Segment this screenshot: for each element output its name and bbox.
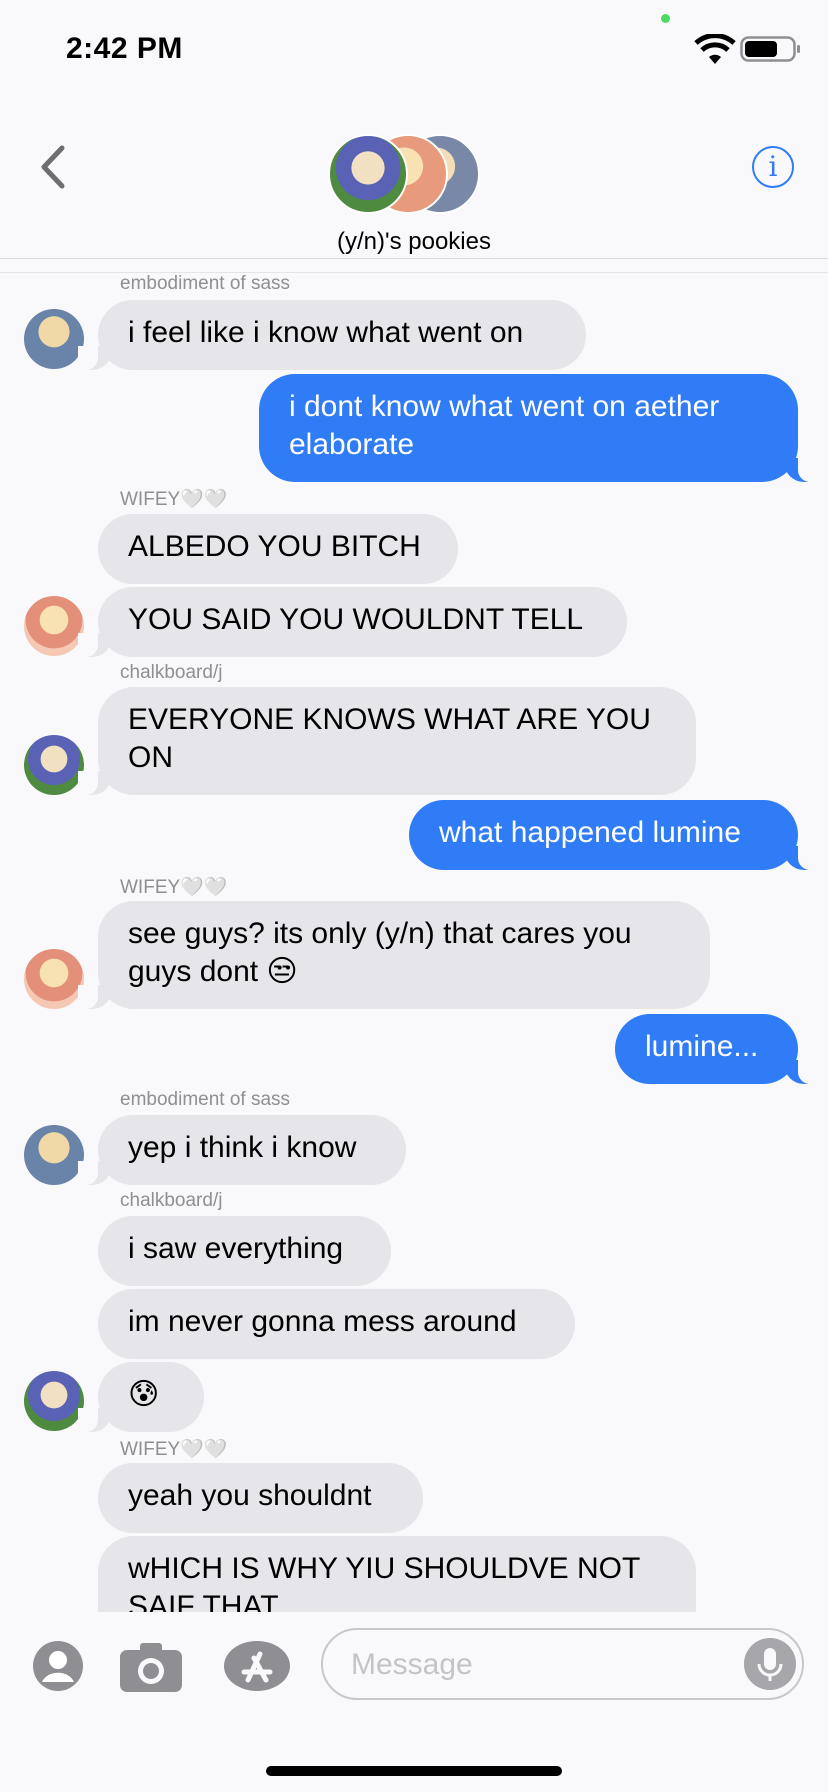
info-icon[interactable]: i (752, 146, 794, 188)
avatar[interactable] (24, 596, 84, 656)
avatar[interactable] (24, 735, 84, 795)
message-bubble-incoming[interactable]: yeah you shouldnt (98, 1463, 423, 1533)
message-bubble-outgoing[interactable]: lumine... (615, 1014, 818, 1084)
composer-bar: Message (0, 1612, 828, 1792)
sender-name: embodiment of sass (120, 1089, 291, 1110)
divider (0, 272, 828, 273)
avatar[interactable] (24, 1125, 84, 1185)
group-avatars[interactable] (328, 134, 488, 216)
sender-name: embodiment of sass (120, 273, 291, 294)
message-bubble-incoming[interactable]: wHICH IS WHY YIU SHOULDVE NOT SAIF THAT (98, 1536, 696, 1612)
battery-icon (740, 36, 800, 62)
message-bubble-incoming[interactable]: YOU SAID YOU WOULDNT TELL (78, 587, 627, 657)
camera-indicator-dot (661, 14, 670, 23)
message-bubble-incoming[interactable]: EVERYONE KNOWS WHAT ARE YOU ON (78, 687, 696, 795)
sender-name: WIFEY🤍🤍 (120, 1439, 228, 1460)
avatar[interactable] (24, 1371, 84, 1431)
contacts-icon[interactable] (32, 1640, 84, 1692)
message-bubble-incoming[interactable]: i feel like i know what went on (78, 300, 586, 370)
message-bubble-incoming[interactable]: 😰 (78, 1362, 204, 1432)
message-bubble-incoming[interactable]: i saw everything (98, 1216, 391, 1286)
group-name[interactable]: (y/n)'s pookies (0, 228, 828, 256)
message-placeholder: Message (351, 1648, 473, 1681)
message-input[interactable]: Message (321, 1628, 804, 1700)
sender-name: WIFEY🤍🤍 (120, 489, 228, 510)
sender-name: chalkboard/j (120, 1190, 223, 1211)
message-bubble-incoming[interactable]: im never gonna mess around (98, 1289, 575, 1359)
message-bubble-outgoing[interactable]: i dont know what went on aether elaborat… (259, 374, 818, 482)
message-bubble-incoming[interactable]: see guys? its only (y/n) that cares you … (78, 901, 710, 1009)
message-bubble-incoming[interactable]: yep i think i know (78, 1115, 406, 1185)
message-bubble-incoming[interactable]: ALBEDO YOU BITCH (98, 514, 458, 584)
microphone-icon[interactable] (744, 1638, 796, 1690)
sender-name: chalkboard/j (120, 662, 223, 683)
avatar[interactable] (24, 949, 84, 1009)
avatar[interactable] (24, 309, 84, 369)
app-store-icon[interactable] (222, 1640, 292, 1692)
status-time: 2:42 PM (66, 32, 183, 65)
avatar (328, 134, 408, 214)
back-chevron-icon[interactable] (34, 142, 70, 192)
camera-icon[interactable] (118, 1640, 184, 1694)
sender-name: WIFEY🤍🤍 (120, 877, 228, 898)
message-bubble-outgoing[interactable]: what happened lumine (409, 800, 818, 870)
wifi-icon (694, 34, 736, 64)
home-indicator (266, 1766, 562, 1776)
